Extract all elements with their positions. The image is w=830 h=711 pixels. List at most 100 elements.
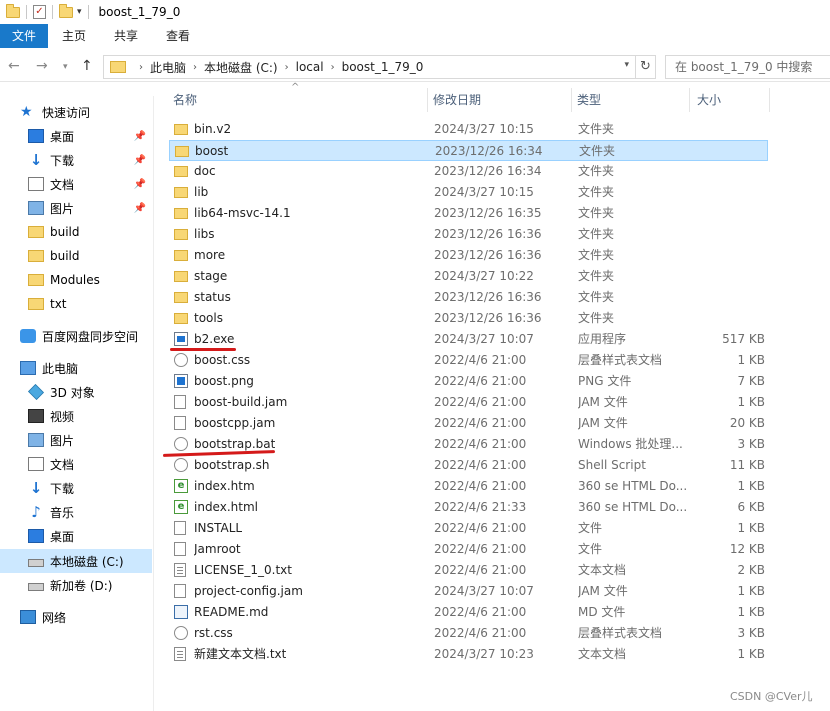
search-input[interactable]: 在 boost_1_79_0 中搜索 — [665, 55, 830, 79]
file-row[interactable]: stage 2024/3/27 10:22 文件夹 — [169, 266, 768, 287]
breadcrumb-local[interactable]: local — [296, 60, 324, 74]
folder-icon — [28, 274, 44, 286]
breadcrumb-this-pc[interactable]: 此电脑 — [150, 59, 186, 76]
file-row[interactable]: e index.htm 2022/4/6 21:00 360 se HTML Do..… — [169, 476, 768, 497]
file-name: more — [194, 248, 226, 262]
file-size: 517 KB — [722, 332, 765, 346]
sidebar-item-drive-c[interactable]: 本地磁盘 (C:) — [0, 549, 152, 573]
sidebar-item-build-2[interactable]: build — [28, 244, 152, 268]
file-name: b2.exe — [194, 332, 235, 346]
file-date: 2024/3/27 10:15 — [434, 185, 534, 199]
tab-home[interactable]: 主页 — [48, 24, 100, 48]
file-row[interactable]: status 2023/12/26 16:36 文件夹 — [169, 287, 768, 308]
file-row[interactable]: lib 2024/3/27 10:15 文件夹 — [169, 182, 768, 203]
sidebar-item-baidu-sync[interactable]: 百度网盘同步空间 — [20, 324, 152, 348]
chevron-right-icon[interactable]: › — [331, 62, 335, 73]
file-row[interactable]: e index.html 2022/4/6 21:33 360 se HTML Do.… — [169, 497, 768, 518]
up-arrow-icon[interactable]: ↑ — [81, 58, 93, 74]
breadcrumb-boost[interactable]: boost_1_79_0 — [342, 60, 424, 74]
tab-view[interactable]: 查看 — [152, 24, 204, 48]
file-row[interactable]: tools 2023/12/26 16:36 文件夹 — [169, 308, 768, 329]
png-file-icon — [174, 374, 188, 388]
file-row[interactable]: Jamroot 2022/4/6 21:00 文件 12 KB — [169, 539, 768, 560]
column-header-type[interactable]: 类型 — [573, 88, 689, 112]
sidebar-item-quick-access[interactable]: ★ 快速访问 — [20, 100, 152, 124]
file-row[interactable]: doc 2023/12/26 16:34 文件夹 — [169, 161, 768, 182]
column-divider[interactable] — [427, 88, 428, 112]
column-divider[interactable] — [769, 88, 770, 112]
file-row[interactable]: libs 2023/12/26 16:36 文件夹 — [169, 224, 768, 245]
sidebar-item-label: 本地磁盘 (C:) — [50, 554, 124, 569]
sidebar-item-3d-objects[interactable]: 3D 对象 — [28, 380, 152, 404]
file-row[interactable]: boost.png 2022/4/6 21:00 PNG 文件 7 KB — [169, 371, 768, 392]
column-header-date[interactable]: 修改日期 — [429, 88, 571, 112]
sidebar-item-this-pc[interactable]: 此电脑 — [20, 356, 152, 380]
sidebar-item-modules[interactable]: Modules — [28, 268, 152, 292]
file-type: JAM 文件 — [578, 416, 628, 430]
chevron-right-icon[interactable]: › — [285, 62, 289, 73]
file-row[interactable]: bootstrap.sh 2022/4/6 21:00 Shell Script 11… — [169, 455, 768, 476]
column-divider[interactable] — [689, 88, 690, 112]
sidebar-item-downloads-pc[interactable]: ↓ 下载 — [28, 476, 152, 500]
breadcrumb-drive-c[interactable]: 本地磁盘 (C:) — [204, 59, 278, 76]
chevron-right-icon[interactable]: › — [193, 62, 197, 73]
sidebar-item-label: 此电脑 — [42, 361, 79, 376]
file-row[interactable]: project-config.jam 2024/3/27 10:07 JAM 文件 1… — [169, 581, 768, 602]
file-row[interactable]: rst.css 2022/4/6 21:00 层叠样式表文档 3 KB — [169, 623, 768, 644]
chevron-right-icon[interactable]: › — [139, 62, 143, 73]
sidebar-item-network[interactable]: 网络 — [20, 605, 152, 629]
file-row[interactable]: more 2023/12/26 16:36 文件夹 — [169, 245, 768, 266]
customize-toolbar-icon[interactable]: ▾ — [77, 7, 82, 17]
tab-share[interactable]: 共享 — [100, 24, 152, 48]
address-bar[interactable]: › 此电脑 › 本地磁盘 (C:) › local › boost_1_79_0… — [103, 55, 656, 79]
sidebar-item-pictures-pc[interactable]: 图片 — [28, 428, 152, 452]
recent-locations-icon[interactable]: ▾ — [63, 62, 68, 72]
chevron-down-icon[interactable]: ▾ — [624, 60, 629, 70]
column-header-name[interactable]: 名称 — [169, 88, 427, 112]
sidebar-item-documents[interactable]: 文档 📌 — [28, 172, 152, 196]
sidebar-item-music[interactable]: ♪ 音乐 — [28, 500, 152, 524]
file-size: 12 KB — [729, 542, 765, 556]
file-row[interactable]: bin.v2 2024/3/27 10:15 文件夹 — [169, 119, 768, 140]
file-row[interactable]: INSTALL 2022/4/6 21:00 文件 1 KB — [169, 518, 768, 539]
file-date: 2022/4/6 21:00 — [434, 437, 527, 451]
column-divider[interactable] — [571, 88, 572, 112]
file-row[interactable]: 新建文本文档.txt 2024/3/27 10:23 文本文档 1 KB — [169, 644, 768, 665]
forward-arrow-icon[interactable]: → — [36, 58, 48, 74]
sidebar-item-label: 视频 — [50, 409, 75, 424]
file-row[interactable]: boostcpp.jam 2022/4/6 21:00 JAM 文件 20 KB — [169, 413, 768, 434]
column-header-size[interactable]: 大小 — [693, 88, 769, 112]
text-file-icon — [174, 647, 186, 661]
sidebar-item-txt[interactable]: txt — [28, 292, 152, 316]
back-arrow-icon[interactable]: ← — [8, 58, 20, 74]
sidebar-item-drive-d[interactable]: 新加卷 (D:) — [28, 573, 152, 597]
file-row[interactable]: b2.exe 2024/3/27 10:07 应用程序 517 KB — [169, 329, 768, 350]
properties-icon[interactable]: ✓ — [33, 5, 46, 19]
sidebar-item-desktop[interactable]: 桌面 📌 — [28, 124, 152, 148]
file-row[interactable]: lib64-msvc-14.1 2023/12/26 16:35 文件夹 — [169, 203, 768, 224]
divider — [52, 5, 53, 19]
sidebar-item-build[interactable]: build — [28, 220, 152, 244]
file-icon — [174, 542, 186, 556]
file-row[interactable]: boost 2023/12/26 16:34 文件夹 — [169, 140, 768, 161]
file-row[interactable]: LICENSE_1_0.txt 2022/4/6 21:00 文本文档 2 KB — [169, 560, 768, 581]
sidebar-item-videos[interactable]: 视频 — [28, 404, 152, 428]
refresh-icon[interactable]: ↻ — [635, 56, 655, 78]
folder-icon — [28, 298, 44, 310]
file-date: 2022/4/6 21:00 — [434, 395, 527, 409]
sidebar-item-pictures[interactable]: 图片 📌 — [28, 196, 152, 220]
file-name: tools — [194, 311, 223, 325]
css-file-icon — [174, 626, 188, 640]
file-type: 文件夹 — [578, 185, 615, 199]
file-row[interactable]: boost.css 2022/4/6 21:00 层叠样式表文档 1 KB — [169, 350, 768, 371]
file-row[interactable]: boost-build.jam 2022/4/6 21:00 JAM 文件 1 KB — [169, 392, 768, 413]
sidebar-item-documents-pc[interactable]: 文档 — [28, 452, 152, 476]
new-folder-icon[interactable] — [59, 3, 73, 18]
file-date: 2023/12/26 16:36 — [434, 311, 542, 325]
file-name: LICENSE_1_0.txt — [194, 563, 292, 577]
tab-file[interactable]: 文件 — [0, 24, 49, 48]
sidebar-item-desktop-pc[interactable]: 桌面 — [28, 524, 152, 548]
file-row[interactable]: README.md 2022/4/6 21:00 MD 文件 1 KB — [169, 602, 768, 623]
sidebar-item-label: 图片 — [50, 201, 75, 216]
sidebar-item-downloads[interactable]: ↓ 下载 📌 — [28, 148, 152, 172]
